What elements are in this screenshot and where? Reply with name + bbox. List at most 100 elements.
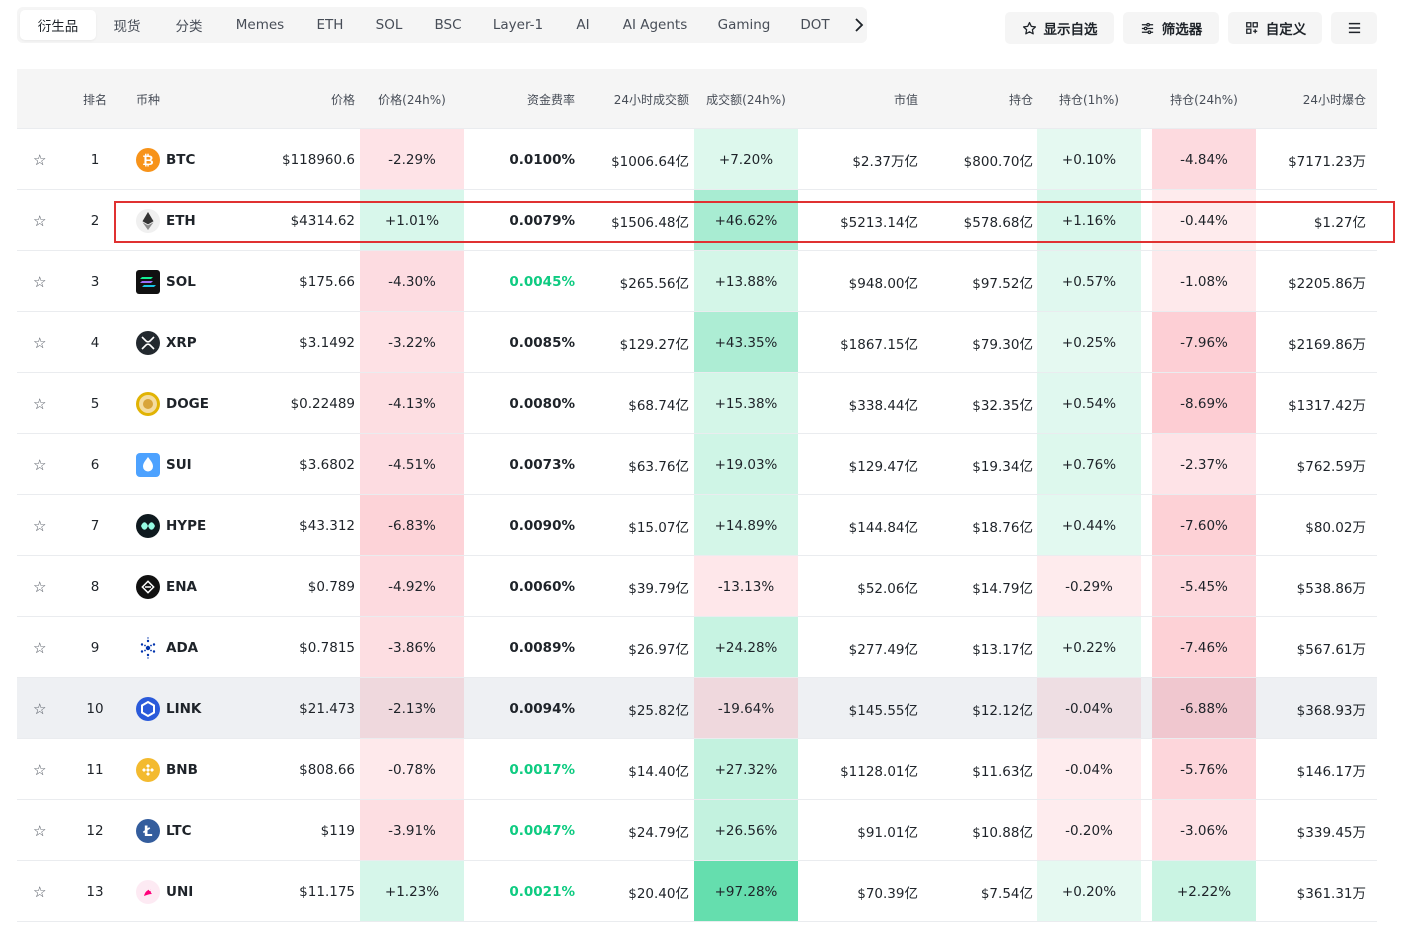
tab-derivatives[interactable]: 衍生品 (20, 10, 96, 40)
tab-sol[interactable]: SOL (360, 10, 418, 40)
coin[interactable]: XRP (136, 312, 197, 373)
col-liquidation[interactable]: 24小时爆仓 (1257, 69, 1366, 129)
coin[interactable]: BNB (136, 739, 198, 800)
coin[interactable]: ADA (136, 617, 198, 678)
price-change-24h: -0.78% (388, 761, 436, 778)
table-row[interactable]: ☆ 13 UNI $11.175 +1.23% 0.0021% $20.40亿 +97.28%… (17, 861, 1377, 922)
star-icon[interactable]: ☆ (33, 517, 46, 535)
tab-memes[interactable]: Memes (220, 10, 300, 40)
funding-rate: 0.0094% (509, 700, 575, 717)
table-row[interactable]: ☆ 6 SUI $3.6802 -4.51% 0.0073% $63.76亿 +19.03% $… (17, 434, 1377, 495)
volume-24h: $20.40亿 (628, 885, 689, 902)
table-row[interactable]: ☆ 2 ETH $4314.62 +1.01% 0.0079% $1506.48亿 +46.6… (17, 190, 1377, 251)
table-row[interactable]: ☆ 7 HYPE $43.312 -6.83% 0.0090% $15.07亿 +14.89%… (17, 495, 1377, 556)
liquidation-24h: $339.45万 (1296, 824, 1366, 841)
price: $0.7815 (299, 639, 355, 656)
customize-button[interactable]: 自定义 (1228, 12, 1322, 44)
star-icon[interactable]: ☆ (33, 639, 46, 657)
liquidation-24h: $2169.86万 (1288, 336, 1366, 353)
table-row[interactable]: ☆ 11 BNB $808.66 -0.78% 0.0017% $14.40亿 +27.32%… (17, 739, 1377, 800)
star-icon[interactable]: ☆ (33, 700, 46, 718)
rank: 7 (90, 517, 100, 534)
coin[interactable]: LINK (136, 678, 201, 739)
star-icon[interactable]: ☆ (33, 212, 46, 230)
tab-gaming[interactable]: Gaming (702, 10, 786, 40)
coin-symbol: ETH (166, 212, 196, 229)
coin[interactable]: UNI (136, 861, 193, 922)
star-icon[interactable]: ☆ (33, 578, 46, 596)
star-icon[interactable]: ☆ (33, 883, 46, 901)
ethena-icon (136, 574, 160, 599)
table-row[interactable]: ☆ 10 LINK $21.473 -2.13% 0.0094% $25.82亿 -19.64… (17, 678, 1377, 739)
tab-ai[interactable]: AI (558, 10, 608, 40)
tab-eth[interactable]: ETH (300, 10, 360, 40)
col-oi-1h[interactable]: 持仓(1h%) (1037, 69, 1141, 129)
volume-change-24h: +26.56% (714, 822, 778, 839)
table-row[interactable]: ☆ 8 ENA $0.789 -4.92% 0.0060% $39.79亿 -13.13% $5… (17, 556, 1377, 617)
col-change[interactable]: 价格(24h%) (360, 69, 464, 129)
oi-change-24h: -5.45% (1180, 578, 1228, 595)
filter-button[interactable]: 筛选器 (1123, 12, 1219, 44)
table-row[interactable]: ☆ 12 Ł LTC $119 -3.91% 0.0047% $24.79亿 +26.56% $9… (17, 800, 1377, 861)
coin-symbol: XRP (166, 334, 197, 351)
star-icon[interactable]: ☆ (33, 273, 46, 291)
col-volume-change[interactable]: 成交额(24h%) (694, 69, 798, 129)
col-volume[interactable]: 24小时成交额 (587, 69, 689, 129)
funding-rate: 0.0089% (509, 639, 575, 656)
star-icon[interactable]: ☆ (33, 761, 46, 779)
coin[interactable]: Ł LTC (136, 800, 191, 861)
oi-change-24h: -3.06% (1180, 822, 1228, 839)
table-row[interactable]: ☆ 9 ADA $0.7815 -3.86% 0.0089% $26.97亿 +24.28% $… (17, 617, 1377, 678)
col-rank[interactable]: 排名 (83, 69, 107, 129)
coin-symbol: HYPE (166, 517, 207, 534)
table-row[interactable]: ☆ 3 SOL $175.66 -4.30% 0.0045% $265.56亿 +13.88%… (17, 251, 1377, 312)
watchlist-button[interactable]: 显示自选 (1005, 12, 1114, 44)
coin[interactable]: ₿ BTC (136, 129, 195, 190)
settings-button[interactable] (1331, 12, 1377, 44)
tab-category[interactable]: 分类 (158, 10, 220, 40)
price-change-24h: -3.22% (388, 334, 436, 351)
col-price[interactable]: 价格 (277, 69, 355, 129)
table-row[interactable]: ☆ 5 DOGE $0.22489 -4.13% 0.0080% $68.74亿 +15.38… (17, 373, 1377, 434)
chevron-right-icon[interactable] (849, 11, 869, 39)
star-icon[interactable]: ☆ (33, 151, 46, 169)
oi-change-24h: -4.84% (1180, 151, 1228, 168)
tab-ai-agents[interactable]: AI Agents (608, 10, 702, 40)
table-row[interactable]: ☆ 1 ₿ BTC $118960.6 -2.29% 0.0100% $1006.64亿 +7.… (17, 129, 1377, 190)
star-icon[interactable]: ☆ (33, 395, 46, 413)
tab-dot[interactable]: DOT (786, 10, 844, 40)
funding-rate: 0.0073% (509, 456, 575, 473)
coin[interactable]: ETH (136, 190, 196, 251)
oi-change-1h: +0.20% (1061, 883, 1117, 900)
volume-24h: $24.79亿 (628, 824, 689, 841)
price-change-24h: -2.29% (388, 151, 436, 168)
volume-change-24h: +13.88% (714, 273, 778, 290)
table-row[interactable]: ☆ 4 XRP $3.1492 -3.22% 0.0085% $129.27亿 +43.35%… (17, 312, 1377, 373)
price: $175.66 (299, 273, 355, 290)
col-oi-24h[interactable]: 持仓(24h%) (1152, 69, 1256, 129)
col-open-interest[interactable]: 持仓 (922, 69, 1033, 129)
coin[interactable]: SOL (136, 251, 196, 312)
price-change-24h: -4.30% (388, 273, 436, 290)
filter-icon (1140, 20, 1156, 36)
coin[interactable]: SUI (136, 434, 192, 495)
col-coin[interactable]: 币种 (136, 69, 160, 129)
coin[interactable]: HYPE (136, 495, 206, 556)
volume-change-24h: +46.62% (714, 212, 778, 229)
oi-change-24h: -0.44% (1180, 212, 1228, 229)
coin-symbol: ENA (166, 578, 197, 595)
coin[interactable]: ENA (136, 556, 197, 617)
tab-layer1[interactable]: Layer-1 (478, 10, 558, 40)
rank: 11 (86, 761, 104, 778)
col-funding[interactable]: 资金费率 (465, 69, 575, 129)
col-mcap[interactable]: 市值 (807, 69, 918, 129)
tab-spot[interactable]: 现货 (96, 10, 158, 40)
price-change-24h: -3.86% (388, 639, 436, 656)
star-icon[interactable]: ☆ (33, 334, 46, 352)
star-icon[interactable]: ☆ (33, 456, 46, 474)
liquidation-24h: $538.86万 (1296, 580, 1366, 597)
price: $4314.62 (290, 212, 355, 229)
coin[interactable]: DOGE (136, 373, 209, 434)
star-icon[interactable]: ☆ (33, 822, 46, 840)
tab-bsc[interactable]: BSC (418, 10, 478, 40)
